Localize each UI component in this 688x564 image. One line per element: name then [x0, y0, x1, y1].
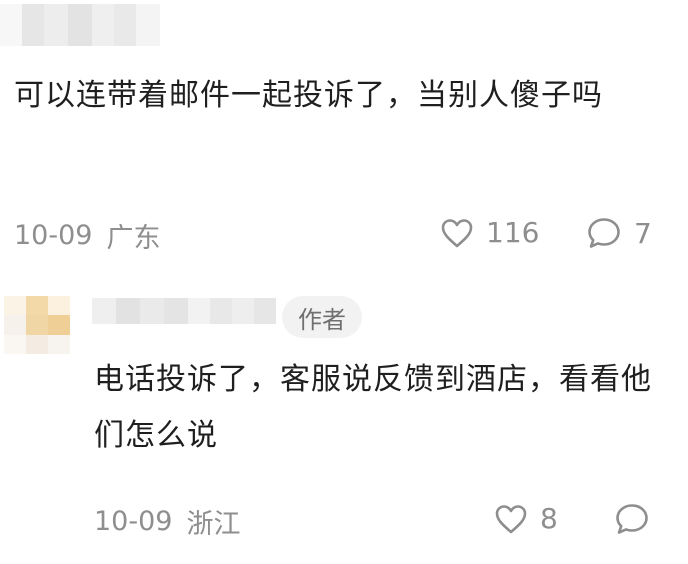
- author-badge: 作者: [282, 296, 362, 338]
- comment-text[interactable]: 电话投诉了，客服说反馈到酒店，看看他们怎么说: [94, 352, 654, 464]
- comment-location: 广东: [106, 223, 161, 254]
- like-count: 8: [540, 502, 558, 535]
- comment-location: 浙江: [186, 509, 241, 540]
- like-button[interactable]: 8: [494, 502, 558, 535]
- comment-date: 10-09: [14, 220, 93, 251]
- heart-outline-icon: [440, 217, 474, 249]
- heart-outline-icon: [494, 503, 528, 535]
- speech-bubble-icon: [586, 216, 622, 250]
- comment-text[interactable]: 可以连带着邮件一起投诉了，当别人傻子吗: [14, 68, 654, 124]
- comment-thread: 可以连带着邮件一起投诉了，当别人傻子吗 10-09 广东 116 7 作者 电话…: [0, 0, 688, 564]
- avatar[interactable]: [4, 296, 70, 354]
- comment-meta: 10-09 浙江: [94, 502, 240, 541]
- reply-count: 7: [634, 216, 652, 250]
- reply-button[interactable]: 7: [586, 216, 652, 250]
- like-count: 116: [486, 216, 540, 249]
- commenter-name-blurred[interactable]: [92, 298, 276, 324]
- like-button[interactable]: 116: [440, 216, 539, 249]
- reply-button[interactable]: [614, 502, 650, 536]
- comment-date: 10-09: [94, 506, 173, 537]
- speech-bubble-icon: [614, 502, 650, 536]
- commenter-name-blurred[interactable]: [0, 4, 160, 46]
- comment-meta: 10-09 广东: [14, 216, 160, 255]
